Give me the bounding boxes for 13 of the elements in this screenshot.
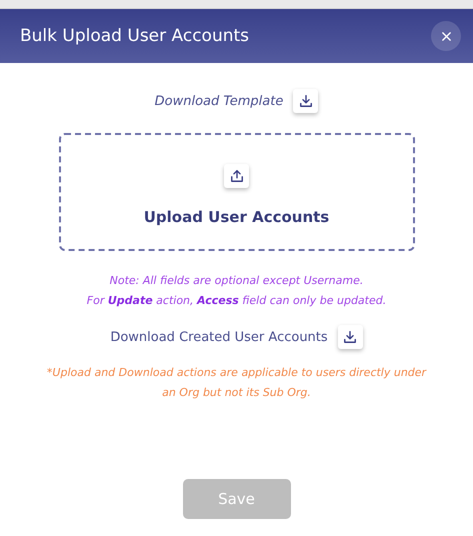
close-button[interactable] — [431, 21, 461, 51]
close-icon[interactable] — [440, 30, 452, 42]
footnote-text: *Upload and Download actions are applicable to users directly under an Org but not its Sub Org. — [46, 365, 428, 401]
note-text: Note: All fields are optional except Username. — [108, 273, 364, 289]
download-created-label: Download Created User Accounts — [110, 330, 328, 344]
upload-drop-zone[interactable]: Upload User Accounts — [58, 133, 414, 251]
download-icon[interactable] — [293, 89, 318, 113]
download-icon[interactable] — [338, 325, 363, 349]
dialog-title: Bulk Upload User Accounts — [20, 26, 250, 46]
note-text: For Update action, Access field can only be updated. — [86, 293, 386, 309]
upload-icon[interactable] — [224, 164, 249, 188]
upload-label: Upload User Accounts — [144, 208, 330, 226]
download-template-label: Download Template — [154, 94, 284, 108]
